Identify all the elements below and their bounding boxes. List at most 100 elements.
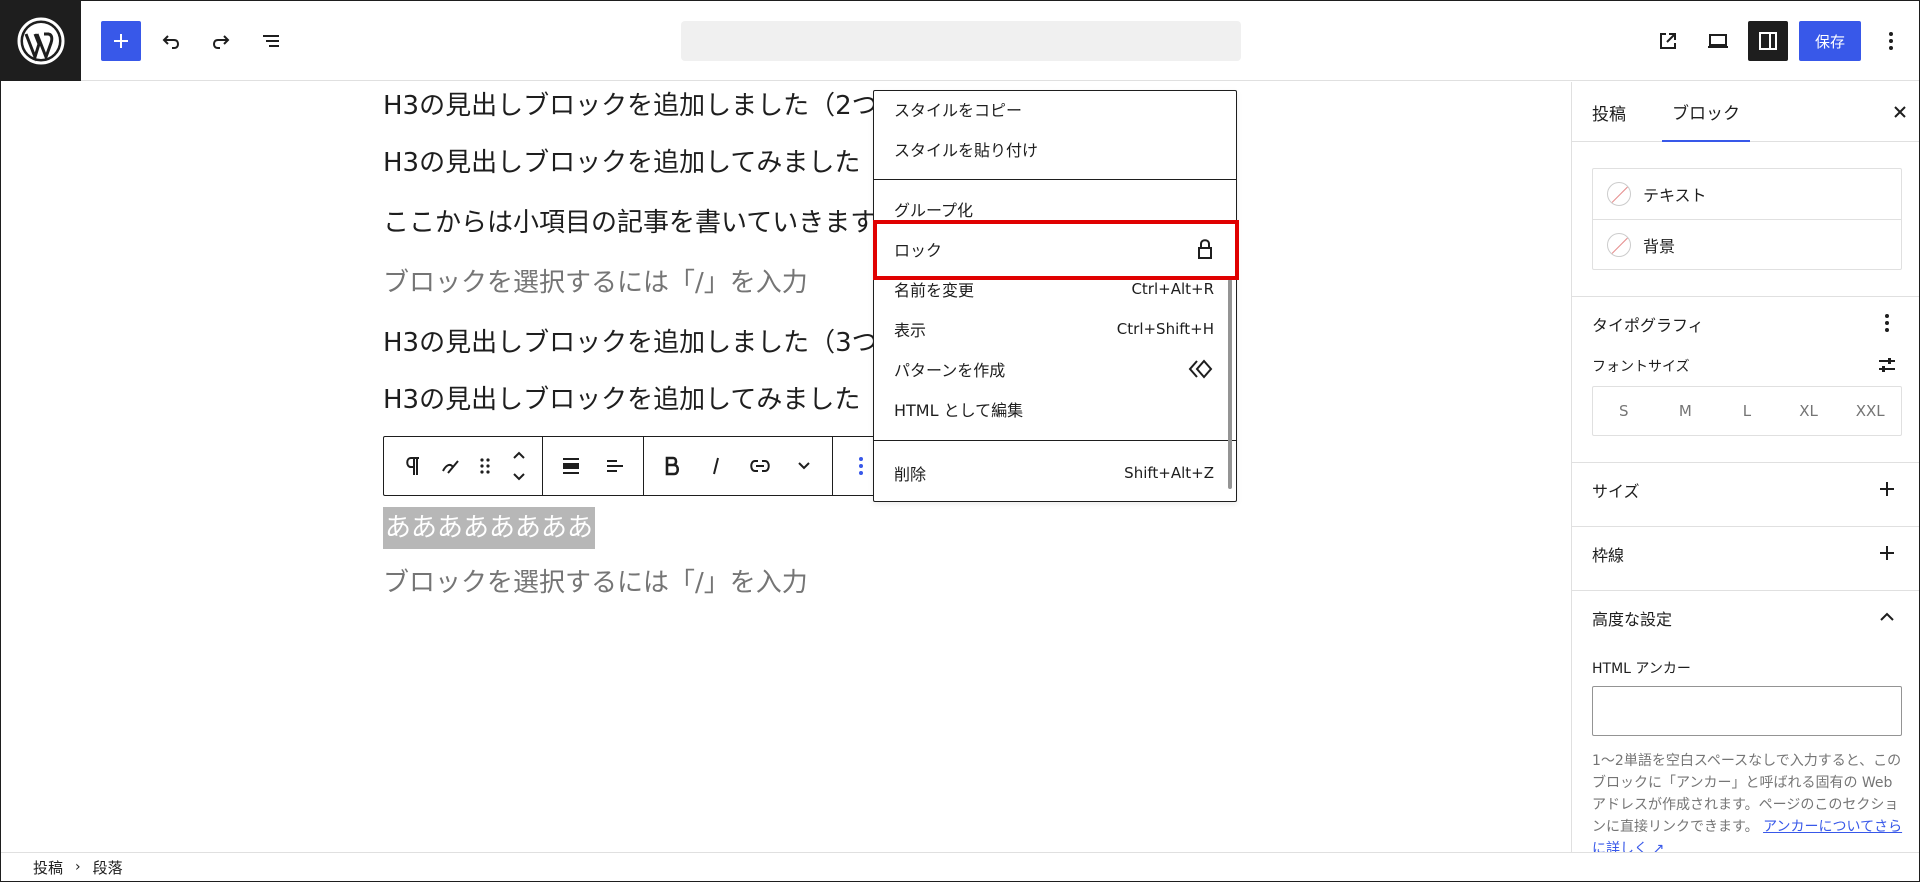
typography-options-button[interactable] [1872,308,1902,338]
selected-paragraph-text[interactable]: ああああああああ [383,507,596,549]
align-left-icon [607,460,623,472]
font-size-option[interactable]: XXL [1839,387,1901,435]
paragraph-icon [406,457,419,475]
heading-block[interactable]: H3の見出しブロックを追加してみました [383,379,860,416]
more-vertical-icon [1889,32,1893,50]
menu-item-delete[interactable]: 削除 Shift+Alt+Z [874,453,1234,493]
advanced-heading[interactable]: 高度な設定 [1592,606,1672,630]
bold-button[interactable] [650,437,694,495]
menu-item-paste-styles[interactable]: スタイルを貼り付け [874,129,1234,169]
add-dimensions-button[interactable] [1872,474,1902,504]
menu-item-group[interactable]: グループ化 [874,189,1234,229]
link-button[interactable] [738,437,782,495]
editor-canvas[interactable]: H3の見出しブロックを追加しました（2つ H3の見出しブロックを追加してみました… [1,82,1571,852]
color-settings-list: テキスト 背景 [1592,168,1902,270]
paragraph-block[interactable]: ここからは小項目の記事を書いていきます [383,202,876,239]
block-toolbar-group [644,437,833,495]
options-menu-button[interactable] [1871,21,1911,61]
highlight-button[interactable] [434,437,468,495]
editor-header: 保存 [1,1,1919,81]
color-swatch [1607,182,1631,206]
device-preview-button[interactable] [1698,21,1738,61]
block-options-menu: スタイルをコピー スタイルを貼り付け グループ化 ロック 名前を変更 Ctrl+… [873,90,1237,502]
breadcrumb: 投稿 › 段落 [1,852,1919,881]
color-item-text[interactable]: テキスト [1593,169,1901,219]
undo-button[interactable] [151,21,191,61]
redo-button[interactable] [201,21,241,61]
chevron-up-down-icon [513,451,525,481]
dimensions-heading[interactable]: サイズ [1592,478,1640,502]
menu-item-label: パターンを作成 [894,361,1006,380]
wordpress-logo-icon[interactable] [1,1,81,81]
font-size-option[interactable]: M [1655,387,1717,435]
block-toolbar [383,436,929,496]
html-anchor-input[interactable] [1592,686,1902,736]
empty-block-placeholder[interactable]: ブロックを選択するには「/」を入力 [383,262,808,299]
tab-block[interactable]: ブロック [1662,82,1750,142]
paragraph-block-type-button[interactable] [390,437,434,495]
empty-block-placeholder[interactable]: ブロックを選択するには「/」を入力 [383,562,808,599]
block-toolbar-group [384,437,543,495]
lock-icon [1198,239,1212,259]
menu-item-shortcut: Shift+Alt+Z [1124,464,1214,482]
menu-item-rename[interactable]: 名前を変更 Ctrl+Alt+R [874,269,1234,309]
font-size-option[interactable]: XL [1778,387,1840,435]
close-sidebar-button[interactable] [1880,92,1919,132]
menu-item-create-pattern[interactable]: パターンを作成 [874,349,1234,389]
list-view-button[interactable] [251,21,291,61]
menu-scrollbar[interactable] [1228,279,1232,489]
drag-handle-icon [480,458,490,474]
view-post-button[interactable] [1648,21,1688,61]
align-text-button[interactable] [593,437,637,495]
font-size-label: フォントサイズ [1592,359,1690,375]
format-brush-icon [442,460,459,474]
document-title-bar[interactable] [681,21,1241,61]
undo-icon [162,35,180,49]
symbol-icon [1188,359,1213,379]
drag-handle[interactable] [468,437,502,495]
menu-item-edit-html[interactable]: HTML として編集 [874,389,1234,429]
border-heading[interactable]: 枠線 [1592,542,1624,566]
menu-item-label: スタイルをコピー [894,101,1023,120]
menu-item-label: HTML として編集 [894,401,1024,420]
collapse-advanced-button[interactable] [1872,602,1902,632]
section-divider [1572,590,1919,591]
settings-sidebar-toggle[interactable] [1748,21,1788,61]
sidebar-tabs: 投稿 ブロック [1572,82,1919,142]
block-inserter-button[interactable] [101,21,141,61]
more-vertical-icon [1885,314,1889,332]
heading-block[interactable]: H3の見出しブロックを追加しました（2つ [383,85,878,122]
color-swatch [1607,232,1631,257]
font-size-picker: S M L XL XXL [1592,386,1902,436]
block-toolbar-group [543,437,644,495]
menu-separator [874,179,1236,180]
section-divider [1572,296,1919,297]
menu-item-copy-styles[interactable]: スタイルをコピー [874,89,1234,129]
breadcrumb-paragraph[interactable]: 段落 [93,857,123,878]
menu-item-lock[interactable]: ロック [874,229,1234,269]
align-wide-button[interactable] [549,437,593,495]
external-link-icon [1660,33,1676,49]
save-button[interactable]: 保存 [1799,21,1861,61]
section-divider [1572,462,1919,463]
menu-item-label: 名前を変更 [894,281,975,300]
more-rich-text-button[interactable] [782,437,826,495]
chevron-right-icon: › [75,859,81,875]
italic-button[interactable] [694,437,738,495]
menu-item-label: スタイルを貼り付け [894,141,1039,160]
color-item-label: 背景 [1643,236,1676,256]
move-up-down-button[interactable] [502,437,536,495]
menu-item-show[interactable]: 表示 Ctrl+Shift+H [874,309,1234,349]
breadcrumb-post[interactable]: 投稿 [33,857,63,878]
font-size-option[interactable]: S [1593,387,1655,435]
html-anchor-help: 1〜2単語を空白スペースなしで入力すると、このブロックに「アンカー」と呼ばれる固… [1592,750,1904,852]
custom-font-size-button[interactable] [1872,350,1902,380]
list-view-icon [263,35,279,47]
add-border-button[interactable] [1872,538,1902,568]
tab-post[interactable]: 投稿 [1592,82,1626,142]
heading-block[interactable]: H3の見出しブロックを追加してみました [383,142,860,179]
heading-block[interactable]: H3の見出しブロックを追加しました（3つ [383,322,878,359]
color-item-background[interactable]: 背景 [1593,219,1901,269]
font-size-option[interactable]: L [1716,387,1778,435]
chevron-up-icon [1880,612,1894,621]
